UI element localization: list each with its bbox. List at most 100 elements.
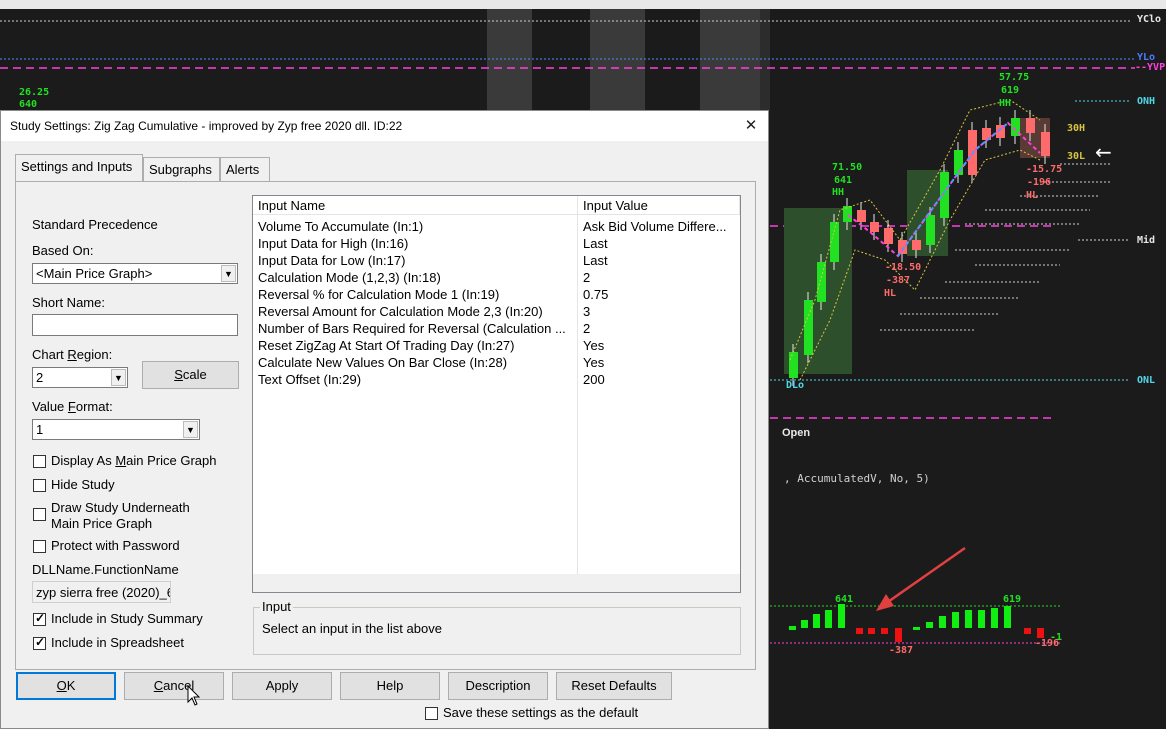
reset-defaults-button[interactable]: Reset Defaults [556, 672, 672, 700]
candle-body [857, 210, 866, 222]
input-value-cell[interactable]: Last [578, 235, 740, 252]
hide-study-checkbox[interactable]: Hide Study [33, 477, 153, 495]
tab-subgraphs[interactable]: Subgraphs [143, 157, 220, 181]
table-row[interactable]: Reset ZigZag At Start Of Trading Day (In… [253, 337, 740, 354]
input-value-cell[interactable]: 2 [578, 320, 740, 337]
help-button[interactable]: Help [340, 672, 440, 700]
checkbox-box[interactable] [33, 611, 46, 626]
protect-with-password-checkbox[interactable]: Protect with Password [33, 538, 213, 556]
table-row[interactable]: Reversal Amount for Calculation Mode 2,3… [253, 303, 740, 320]
chevron-down-icon[interactable]: ▼ [221, 265, 236, 282]
based-on-select[interactable]: <Main Price Graph> ▼ [32, 263, 238, 284]
include-in-spreadsheet-checkbox[interactable]: Include in Spreadsheet [33, 635, 233, 653]
close-icon[interactable]: ✕ [740, 115, 762, 137]
column-header-input-value[interactable]: Input Value [578, 196, 740, 215]
level-label-onl: ONL [1137, 375, 1156, 386]
column-header-input-name[interactable]: Input Name [253, 196, 578, 215]
level-label-30h: 30H [1067, 123, 1086, 134]
histogram-bar [1037, 628, 1044, 638]
checkbox-label: Protect with Password [51, 538, 180, 553]
histogram-bar [789, 626, 796, 630]
checkbox-box[interactable] [33, 635, 46, 650]
table-row[interactable]: Calculation Mode (1,2,3) (In:18) 2 [253, 269, 740, 286]
checkbox-box[interactable] [33, 508, 46, 521]
dialog-titlebar[interactable]: Study Settings: Zig Zag Cumulative - imp… [1, 111, 768, 141]
histogram-bar [952, 612, 959, 628]
input-value-cell[interactable]: Yes [578, 337, 740, 354]
chart-region-value: 2 [36, 370, 44, 385]
horizontal-scrollbar[interactable] [253, 574, 740, 592]
table-row[interactable]: Input Data for High (In:16) Last [253, 235, 740, 252]
table-row[interactable]: Number of Bars Required for Reversal (Ca… [253, 320, 740, 337]
display-as-main-price-graph-checkbox[interactable]: Display As Main Price Graph [33, 453, 233, 471]
checkbox-box[interactable] [425, 707, 438, 720]
input-name-cell: Calculation Mode (1,2,3) (In:18) [258, 270, 441, 285]
dll-name-input[interactable]: zyp sierra free (2020)_6 [32, 581, 171, 603]
input-value-cell[interactable]: 0.75 [578, 286, 740, 303]
draw-study-underneath-checkbox[interactable]: Draw Study Underneath Main Price Graph [33, 500, 213, 534]
checkbox-box[interactable] [33, 540, 46, 553]
based-on-value: <Main Price Graph> [36, 266, 153, 281]
swing-volume-label: -196 [1027, 177, 1052, 188]
ok-button[interactable]: OK [16, 672, 116, 700]
input-description-group: Input Select an input in the list above [253, 599, 741, 655]
input-description-text: Select an input in the list above [262, 621, 442, 636]
input-value-cell[interactable]: 2 [578, 269, 740, 286]
histogram-bar [1024, 628, 1031, 634]
input-value-cell[interactable]: 200 [578, 371, 740, 388]
inputs-list[interactable]: Input Name Input Value Volume To Accumul… [252, 195, 741, 593]
swing-price-label: -15.75 [1026, 164, 1063, 175]
inputs-list-header: Input Name Input Value [253, 196, 740, 215]
swing-price-label: 26.25 [19, 87, 50, 98]
table-row[interactable]: Calculate New Values On Bar Close (In:28… [253, 354, 740, 371]
swing-tag-label: HL [1026, 190, 1039, 201]
chevron-down-icon[interactable]: ▼ [183, 421, 198, 438]
table-row[interactable]: Volume To Accumulate (In:1) Ask Bid Volum… [253, 218, 740, 235]
checkbox-box[interactable] [33, 479, 46, 492]
level-label-mid: Mid [1137, 235, 1156, 246]
candle-body [1041, 132, 1050, 156]
table-row[interactable]: Text Offset (In:29) 200 [253, 371, 740, 388]
table-row[interactable]: Input Data for Low (In:17) Last [253, 252, 740, 269]
checkbox-box[interactable] [33, 455, 46, 468]
input-name-cell: Reversal % for Calculation Mode 1 (In:19… [258, 287, 500, 302]
input-name-cell: Number of Bars Required for Reversal (Ca… [258, 321, 566, 336]
candle-body [926, 215, 935, 245]
chart-region-select[interactable]: 2 ▼ [32, 367, 128, 388]
description-button[interactable]: Description [448, 672, 548, 700]
apply-button[interactable]: Apply [232, 672, 332, 700]
histogram-bar [978, 610, 985, 628]
checkbox-label: Draw Study Underneath Main Price Graph [51, 500, 190, 531]
input-value-cell[interactable]: Ask Bid Volume Differe... [578, 218, 740, 235]
include-in-study-summary-checkbox[interactable]: Include in Study Summary [33, 611, 233, 629]
histogram-bar [801, 620, 808, 628]
value-format-select[interactable]: 1 ▼ [32, 419, 200, 440]
scale-button[interactable]: Scale [142, 361, 239, 389]
dll-name-label: DLLName.FunctionName [32, 562, 179, 577]
input-value-cell[interactable]: Last [578, 252, 740, 269]
swing-tag-label: HH [999, 98, 1012, 109]
checkbox-label: Include in Study Summary [51, 611, 203, 626]
input-name-cell: Input Data for High (In:16) [258, 236, 409, 251]
candle-body [870, 222, 879, 232]
input-name-cell: Text Offset (In:29) [258, 372, 362, 387]
tab-settings-and-inputs[interactable]: Settings and Inputs [15, 154, 143, 181]
tab-alerts[interactable]: Alerts [220, 157, 270, 181]
dialog-title: Study Settings: Zig Zag Cumulative - imp… [10, 119, 403, 133]
tab-label: Subgraphs [149, 162, 212, 177]
save-as-default-checkbox[interactable]: Save these settings as the default [425, 705, 665, 723]
swing-price-label: -18.50 [885, 262, 922, 273]
input-value-cell[interactable]: Yes [578, 354, 740, 371]
level-label-onh: ONH [1137, 96, 1156, 107]
cancel-button[interactable]: Cancel [124, 672, 224, 700]
histogram-bar [965, 610, 972, 628]
input-value-cell[interactable]: 3 [578, 303, 740, 320]
chevron-down-icon[interactable]: ▼ [111, 369, 126, 386]
table-row[interactable]: Reversal % for Calculation Mode 1 (In:19… [253, 286, 740, 303]
chart-region-label: Chart Region: [32, 347, 113, 362]
checkbox-label: Hide Study [51, 477, 115, 492]
swing-price-label: 71.50 [832, 162, 863, 173]
short-name-input[interactable] [32, 314, 238, 336]
candle-body [1026, 118, 1035, 133]
histogram-bar [991, 608, 998, 628]
